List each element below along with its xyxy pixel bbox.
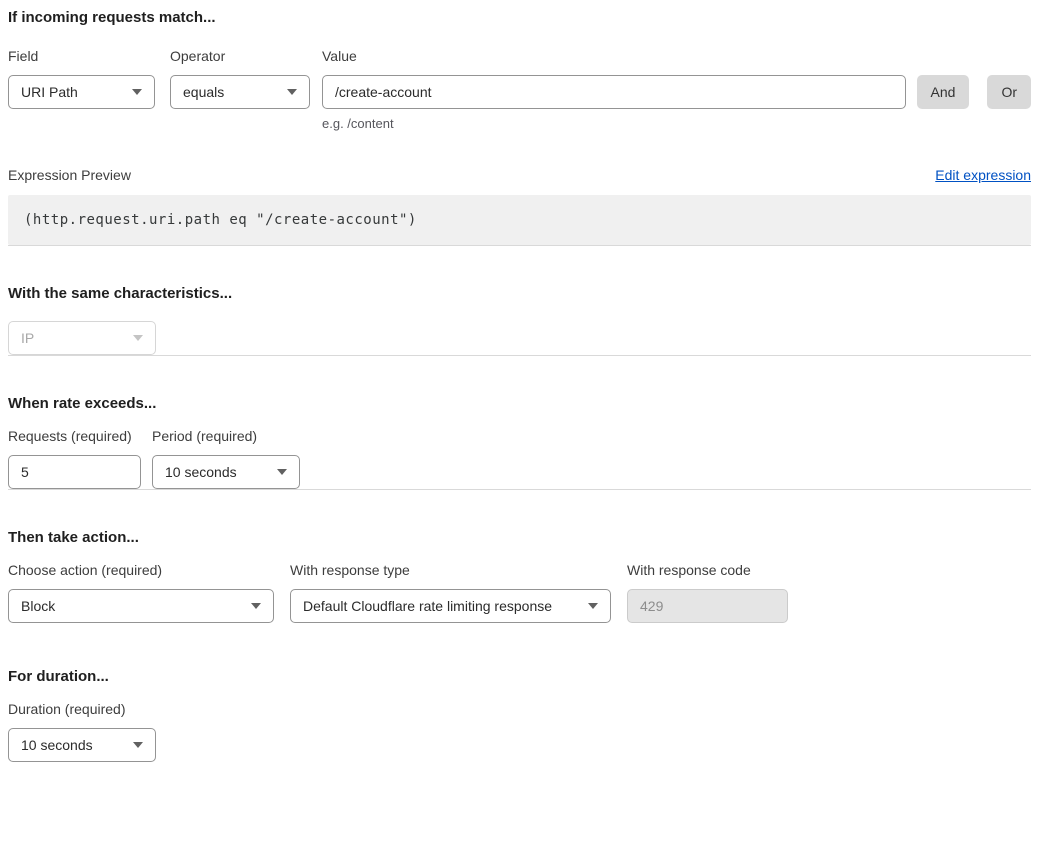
- operator-label: Operator: [170, 48, 310, 65]
- expression-preview-label: Expression Preview: [8, 167, 131, 183]
- field-label: Field: [8, 48, 155, 65]
- period-select[interactable]: 10 seconds: [152, 455, 300, 489]
- or-button[interactable]: Or: [987, 75, 1031, 109]
- rate-limiting-rule-form: If incoming requests match... Field URI …: [0, 0, 1048, 772]
- action-column: Choose action (required) Block: [8, 562, 274, 623]
- chevron-down-icon: [277, 469, 287, 475]
- section-heading-match: If incoming requests match...: [8, 8, 1031, 27]
- section-characteristics: With the same characteristics... IP: [8, 284, 1031, 355]
- operator-select-value: equals: [183, 84, 224, 100]
- value-input[interactable]: [322, 75, 906, 109]
- duration-label: Duration (required): [8, 701, 1031, 718]
- and-or-buttons: And Or: [917, 48, 1031, 109]
- section-heading-duration: For duration...: [8, 667, 1031, 686]
- section-heading-action: Then take action...: [8, 528, 1031, 547]
- response-code-label: With response code: [627, 562, 788, 579]
- section-divider: [8, 355, 1031, 356]
- response-type-select-value: Default Cloudflare rate limiting respons…: [303, 598, 552, 614]
- chevron-down-icon: [133, 335, 143, 341]
- requests-column: Requests (required): [8, 428, 141, 489]
- characteristic-select: IP: [8, 321, 156, 355]
- section-divider: [8, 245, 1031, 246]
- requests-label: Requests (required): [8, 428, 141, 445]
- field-select[interactable]: URI Path: [8, 75, 155, 109]
- period-label: Period (required): [152, 428, 300, 445]
- operator-column: Operator equals: [170, 48, 310, 109]
- section-heading-characteristics: With the same characteristics...: [8, 284, 1031, 303]
- period-select-value: 10 seconds: [165, 464, 237, 480]
- value-label: Value: [322, 48, 906, 65]
- characteristic-select-value: IP: [21, 330, 34, 346]
- field-select-value: URI Path: [21, 84, 78, 100]
- duration-select-value: 10 seconds: [21, 737, 93, 753]
- section-divider: [8, 489, 1031, 490]
- section-incoming-requests-match: If incoming requests match... Field URI …: [8, 8, 1031, 245]
- expression-preview-code: (http.request.uri.path eq "/create-accou…: [8, 195, 1031, 245]
- field-column: Field URI Path: [8, 48, 155, 109]
- requests-input[interactable]: [8, 455, 141, 489]
- action-select-value: Block: [21, 598, 55, 614]
- chevron-down-icon: [133, 742, 143, 748]
- chevron-down-icon: [132, 89, 142, 95]
- and-button[interactable]: And: [917, 75, 970, 109]
- action-label: Choose action (required): [8, 562, 274, 579]
- edit-expression-link[interactable]: Edit expression: [935, 167, 1031, 183]
- response-type-select[interactable]: Default Cloudflare rate limiting respons…: [290, 589, 611, 623]
- response-code-input: [627, 589, 788, 623]
- chevron-down-icon: [251, 603, 261, 609]
- response-code-column: With response code: [627, 562, 788, 623]
- chevron-down-icon: [588, 603, 598, 609]
- value-hint: e.g. /content: [322, 116, 906, 131]
- response-type-label: With response type: [290, 562, 611, 579]
- section-rate-exceeds: When rate exceeds... Requests (required)…: [8, 394, 1031, 489]
- response-type-column: With response type Default Cloudflare ra…: [290, 562, 611, 623]
- section-for-duration: For duration... Duration (required) 10 s…: [8, 667, 1031, 762]
- duration-select[interactable]: 10 seconds: [8, 728, 156, 762]
- value-column: Value e.g. /content: [322, 48, 906, 131]
- action-select[interactable]: Block: [8, 589, 274, 623]
- operator-select[interactable]: equals: [170, 75, 310, 109]
- section-heading-rate: When rate exceeds...: [8, 394, 1031, 413]
- chevron-down-icon: [287, 89, 297, 95]
- section-take-action: Then take action... Choose action (requi…: [8, 528, 1031, 623]
- period-column: Period (required) 10 seconds: [152, 428, 300, 489]
